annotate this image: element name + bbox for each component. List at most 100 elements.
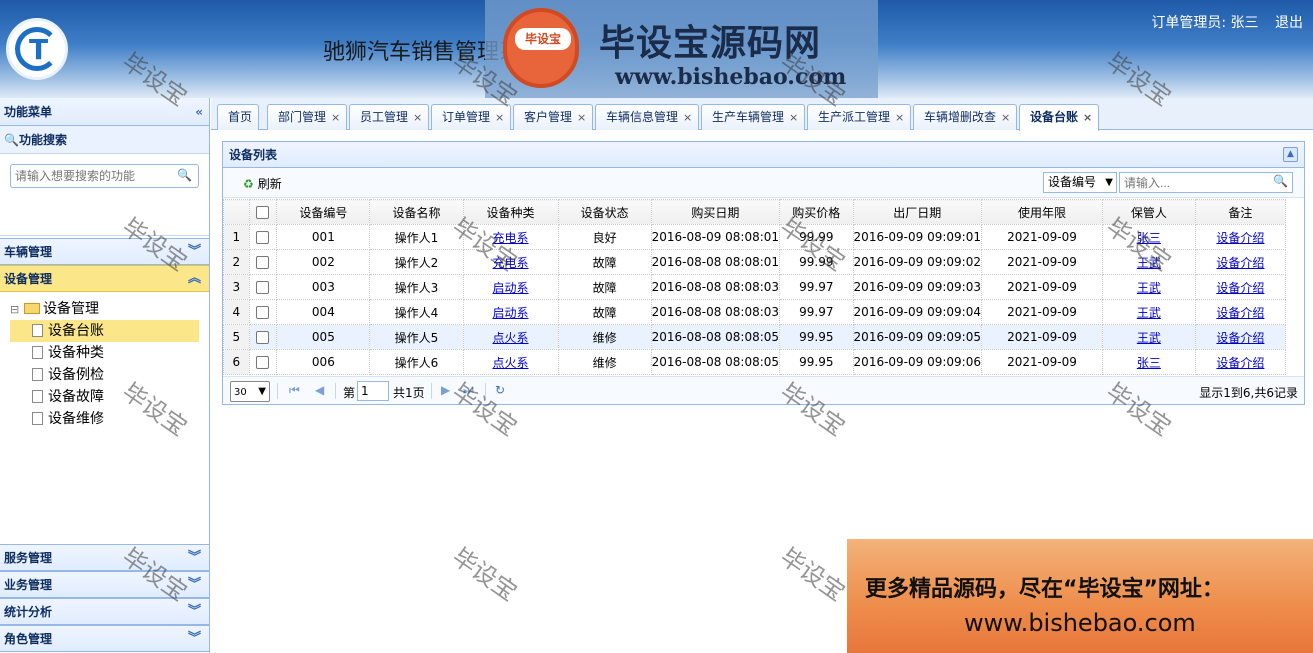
menu-group-service[interactable]: 服务管理 ︾: [0, 544, 209, 571]
search-field-select[interactable]: 设备编号 ▼: [1043, 172, 1117, 193]
note-link[interactable]: 设备介绍: [1216, 281, 1264, 295]
tree-root[interactable]: ⊟ 设备管理: [10, 298, 209, 320]
type-link[interactable]: 充电系: [493, 256, 529, 270]
close-icon[interactable]: ×: [683, 111, 692, 124]
row-checkbox[interactable]: [248, 324, 278, 350]
col-header[interactable]: 出厂日期: [852, 199, 983, 225]
row-checkbox[interactable]: [248, 299, 278, 325]
type-link[interactable]: 启动系: [493, 281, 529, 295]
col-header[interactable]: 保管人: [1101, 199, 1196, 225]
last-page-icon[interactable]: ⏭: [463, 383, 474, 398]
type-link[interactable]: 充电系: [493, 231, 529, 245]
tree-item-types[interactable]: 设备种类: [10, 342, 209, 364]
keeper-link[interactable]: 王武: [1137, 256, 1161, 270]
page-size-select[interactable]: 30 ▼: [230, 381, 270, 402]
col-header[interactable]: 设备编号: [276, 199, 371, 225]
tab-home[interactable]: 首页: [217, 104, 260, 130]
close-icon[interactable]: ×: [1001, 111, 1010, 124]
close-icon[interactable]: ×: [413, 111, 422, 124]
type-link[interactable]: 点火系: [493, 331, 529, 345]
note-link[interactable]: 设备介绍: [1216, 356, 1264, 370]
grid-search-input[interactable]: [1120, 173, 1270, 192]
table-row[interactable]: 3 003 操作人3 启动系 故障 2016-08-08 08:08:03 99.97 201…: [223, 274, 1287, 300]
prev-page-icon[interactable]: ◀: [315, 383, 324, 397]
cell-price: 99.99: [779, 224, 854, 250]
close-icon[interactable]: ×: [331, 111, 340, 124]
table-row[interactable]: 4 004 操作人4 启动系 故障 2016-08-08 08:08:03 99.97 201…: [223, 299, 1287, 325]
close-icon[interactable]: ×: [895, 111, 904, 124]
keeper-link[interactable]: 张三: [1137, 356, 1161, 370]
col-header[interactable]: 使用年限: [981, 199, 1103, 225]
menu-group-statistics[interactable]: 统计分析 ︾: [0, 598, 209, 625]
grid-search-box[interactable]: 🔍: [1119, 172, 1293, 193]
sidebar-title: 功能菜单 «: [0, 98, 209, 126]
dropdown-arrow-icon: ▼: [1105, 177, 1113, 188]
table-row[interactable]: 2 002 操作人2 充电系 故障 2016-08-08 08:08:01 99.99 201…: [223, 249, 1287, 275]
cell-name: 操作人1: [369, 224, 464, 250]
table-row[interactable]: 5 005 操作人5 点火系 维修 2016-08-08 08:08:05 99.95 201…: [223, 324, 1287, 350]
table-row[interactable]: 6 006 操作人6 点火系 维修 2016-08-08 08:08:05 99.95 201…: [223, 349, 1287, 375]
tab-vehicle-crud[interactable]: 车辆增删改查 ×: [913, 104, 1018, 130]
tree-item-fault[interactable]: 设备故障: [10, 386, 209, 408]
row-checkbox[interactable]: [248, 249, 278, 275]
note-link[interactable]: 设备介绍: [1216, 231, 1264, 245]
keeper-link[interactable]: 王武: [1137, 281, 1161, 295]
reload-icon[interactable]: ↻: [495, 383, 505, 397]
row-checkbox[interactable]: [248, 349, 278, 375]
menu-group-business[interactable]: 业务管理 ︾: [0, 571, 209, 598]
tree-item-ledger[interactable]: 设备台账: [10, 320, 199, 342]
col-header[interactable]: 备注: [1194, 199, 1287, 225]
next-page-icon[interactable]: ▶: [441, 383, 450, 397]
keeper-link[interactable]: 张三: [1137, 231, 1161, 245]
cell-price: 99.97: [779, 274, 854, 300]
tab-vehicle-info[interactable]: 车辆信息管理 ×: [595, 104, 700, 130]
col-header[interactable]: 购买价格: [779, 199, 854, 225]
tab-production-vehicles[interactable]: 生产车辆管理 ×: [701, 104, 806, 130]
menu-group-equipment[interactable]: 设备管理 ︽: [0, 265, 209, 292]
close-icon[interactable]: ×: [495, 111, 504, 124]
page-number-input[interactable]: 1: [357, 381, 389, 401]
col-header[interactable]: 设备名称: [369, 199, 464, 225]
function-search-input[interactable]: [11, 165, 161, 187]
cell-status: 故障: [557, 249, 652, 275]
search-icon[interactable]: 🔍: [177, 168, 192, 182]
row-number: 2: [223, 249, 250, 275]
function-search-box[interactable]: 🔍: [10, 164, 199, 188]
keeper-link[interactable]: 王武: [1137, 306, 1161, 320]
note-link[interactable]: 设备介绍: [1216, 256, 1264, 270]
cell-status: 良好: [557, 224, 652, 250]
tab-production-dispatch[interactable]: 生产派工管理 ×: [807, 104, 912, 130]
select-all-checkbox[interactable]: [248, 199, 278, 225]
menu-group-vehicle[interactable]: 车辆管理 ︾: [0, 238, 209, 265]
close-icon[interactable]: ×: [577, 111, 586, 124]
first-page-icon[interactable]: ⏮: [289, 383, 300, 398]
tab-customers[interactable]: 客户管理 ×: [513, 104, 594, 130]
note-link[interactable]: 设备介绍: [1216, 331, 1264, 345]
tree-item-inspection[interactable]: 设备例检: [10, 364, 209, 386]
tab-equipment-ledger[interactable]: 设备台账 ×: [1019, 104, 1100, 131]
keeper-link[interactable]: 王武: [1137, 331, 1161, 345]
col-header[interactable]: 设备状态: [557, 199, 652, 225]
menu-group-roles[interactable]: 角色管理 ︾: [0, 625, 209, 652]
search-icon[interactable]: 🔍: [1273, 174, 1288, 188]
row-number-header: [223, 199, 250, 225]
row-checkbox[interactable]: [248, 224, 278, 250]
type-link[interactable]: 启动系: [493, 306, 529, 320]
logout-link[interactable]: 退出: [1275, 15, 1303, 31]
col-header[interactable]: 设备种类: [462, 199, 559, 225]
col-header[interactable]: 购买日期: [650, 199, 781, 225]
collapse-left-icon[interactable]: «: [195, 98, 203, 126]
cell-id: 001: [276, 224, 371, 250]
close-icon[interactable]: ×: [789, 111, 798, 124]
tab-orders[interactable]: 订单管理 ×: [431, 104, 512, 130]
collapse-panel-icon[interactable]: ▲: [1283, 147, 1298, 162]
close-icon[interactable]: ×: [1083, 111, 1092, 124]
table-row[interactable]: 1 001 操作人1 充电系 良好 2016-08-09 08:08:01 99.99 201…: [223, 224, 1287, 250]
row-checkbox[interactable]: [248, 274, 278, 300]
type-link[interactable]: 点火系: [493, 356, 529, 370]
refresh-button[interactable]: ♻ 刷新: [243, 175, 282, 192]
tab-department[interactable]: 部门管理 ×: [267, 104, 348, 130]
note-link[interactable]: 设备介绍: [1216, 306, 1264, 320]
tree-item-repair[interactable]: 设备维修: [10, 408, 209, 430]
tab-staff[interactable]: 员工管理 ×: [349, 104, 430, 130]
